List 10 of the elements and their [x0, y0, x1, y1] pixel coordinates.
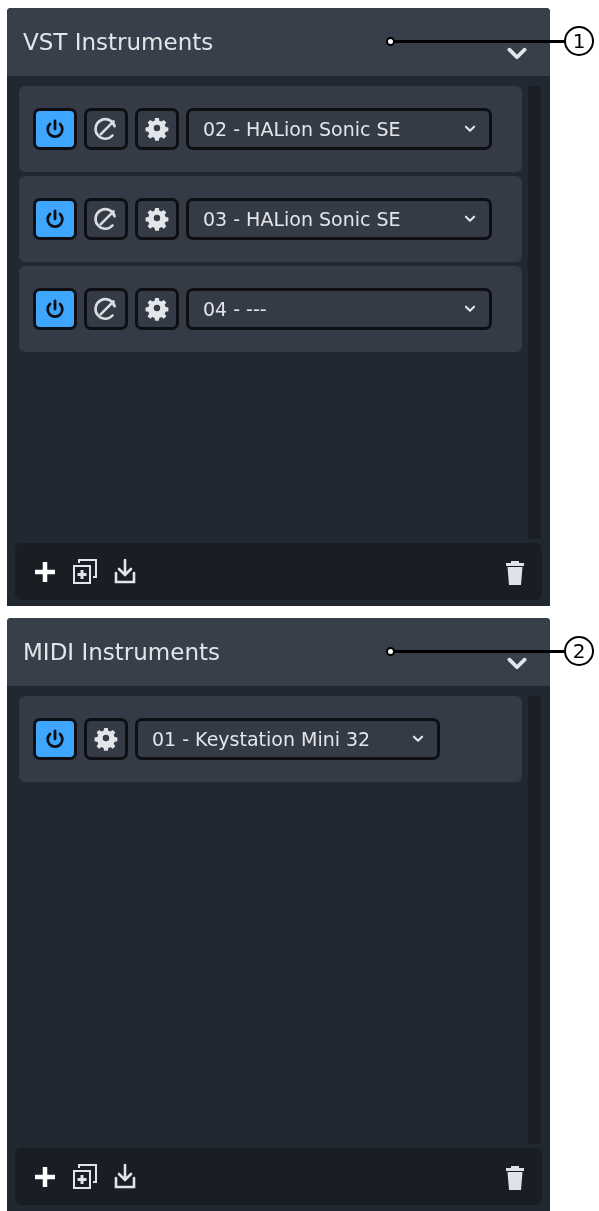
- instrument-dropdown[interactable]: 01 - Keystation Mini 32: [135, 718, 440, 760]
- panel-title: VST Instruments: [23, 29, 214, 55]
- instrument-dropdown[interactable]: 03 - HALion Sonic SE: [186, 198, 492, 240]
- callout-number: 1: [564, 26, 594, 56]
- panel-title: MIDI Instruments: [23, 639, 220, 665]
- instrument-dropdown[interactable]: 02 - HALion Sonic SE: [186, 108, 492, 150]
- panel-header[interactable]: MIDI Instruments: [7, 618, 550, 686]
- panel-header[interactable]: VST Instruments: [7, 8, 550, 76]
- instrument-dropdown[interactable]: 04 - ---: [186, 288, 492, 330]
- callout-number: 2: [564, 636, 594, 666]
